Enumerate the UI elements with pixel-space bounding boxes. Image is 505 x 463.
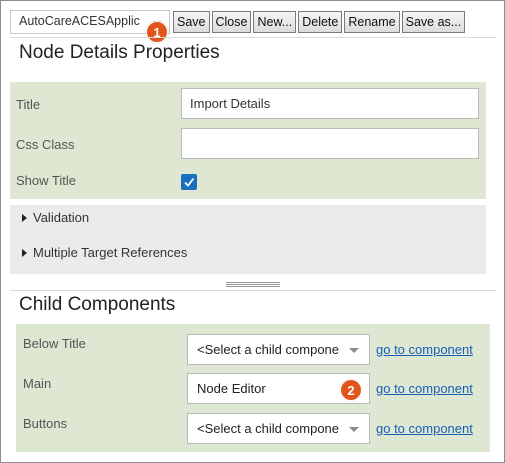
- delete-button[interactable]: Delete: [298, 11, 343, 33]
- below-title-select-value: <Select a child compone: [197, 342, 340, 357]
- multiple-target-references-toggle[interactable]: Multiple Target References: [22, 245, 187, 260]
- close-button[interactable]: Close: [211, 11, 252, 33]
- buttons-go-to-component-link[interactable]: go to component: [376, 421, 473, 436]
- below-title-select[interactable]: <Select a child compone: [187, 334, 370, 365]
- validation-toggle[interactable]: Validation: [22, 210, 89, 225]
- divider: [10, 37, 496, 38]
- save-button[interactable]: Save: [173, 11, 210, 33]
- save-as-button[interactable]: Save as...: [401, 11, 466, 33]
- node-details-heading: Node Details Properties: [19, 42, 220, 63]
- chevron-down-icon: [349, 427, 359, 432]
- toolbar: AutoCareACESApplic Save Close New... Del…: [10, 10, 466, 34]
- below-title-go-to-component-link[interactable]: go to component: [376, 342, 473, 357]
- buttons-select[interactable]: <Select a child compone: [187, 413, 370, 444]
- step-badge-1: 1: [146, 21, 168, 43]
- buttons-label: Buttons: [23, 416, 68, 431]
- divider: [10, 290, 496, 291]
- expand-triangle-icon: [22, 248, 27, 257]
- css-class-label: Css Class: [16, 137, 75, 152]
- validation-label: Validation: [33, 210, 90, 225]
- below-title-label: Below Title: [23, 336, 86, 351]
- node-properties-panel: Title Import Details Css Class Show Titl…: [10, 82, 486, 199]
- expand-triangle-icon: [22, 213, 27, 222]
- main-go-to-component-link[interactable]: go to component: [376, 381, 473, 396]
- step-badge-2: 2: [340, 379, 362, 401]
- title-label: Title: [16, 97, 41, 112]
- window-frame: AutoCareACESApplic Save Close New... Del…: [0, 0, 505, 463]
- show-title-checkbox[interactable]: [181, 174, 197, 190]
- checkmark-icon: [184, 177, 195, 187]
- title-input[interactable]: Import Details: [181, 88, 479, 119]
- child-components-heading: Child Components: [19, 294, 176, 315]
- buttons-select-value: <Select a child compone: [197, 421, 340, 436]
- resize-splitter-handle[interactable]: [226, 282, 280, 287]
- main-component-value: Node Editor: [197, 381, 266, 396]
- chevron-down-icon: [349, 348, 359, 353]
- child-components-panel: Below Title <Select a child compone go t…: [16, 324, 490, 452]
- collapsible-sections-panel: Validation Multiple Target References: [10, 205, 486, 274]
- css-class-input[interactable]: [181, 128, 479, 159]
- main-label: Main: [23, 376, 52, 391]
- multiple-target-references-label: Multiple Target References: [33, 245, 188, 260]
- rename-button[interactable]: Rename: [344, 11, 400, 33]
- configuration-select-value: AutoCareACESApplic: [19, 14, 140, 28]
- new-button[interactable]: New...: [253, 11, 297, 33]
- show-title-label: Show Title: [16, 173, 76, 188]
